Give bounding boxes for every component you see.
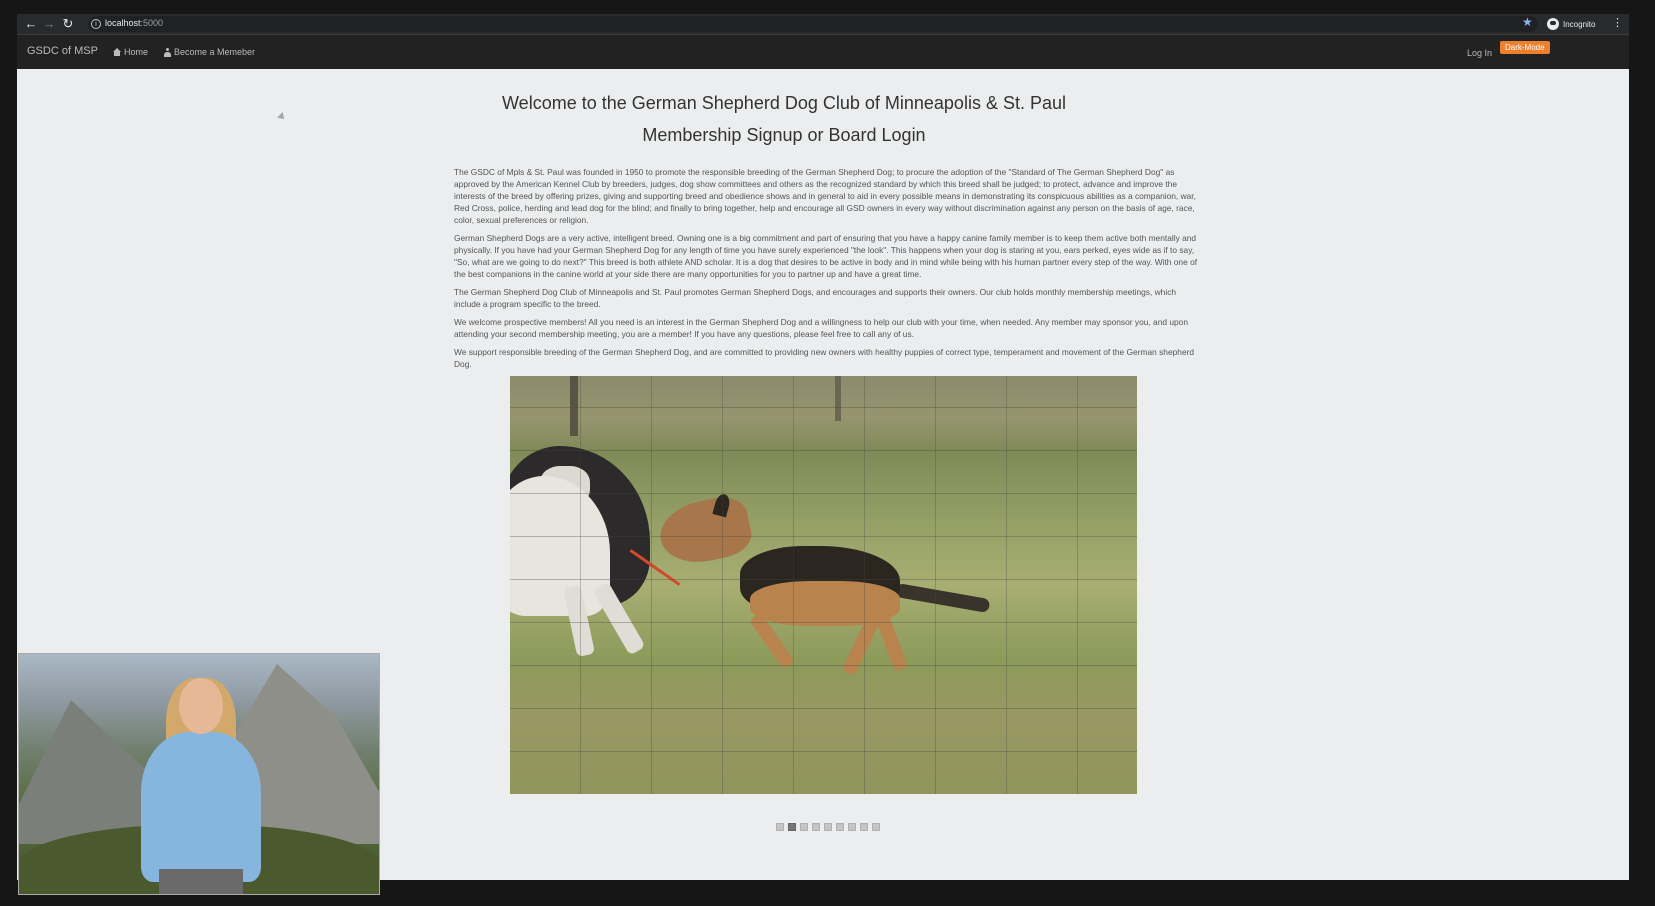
carousel-dot[interactable] [824,823,832,831]
intro-paragraph: We welcome prospective members! All you … [454,317,1188,339]
carousel-dot[interactable] [872,823,880,831]
carousel-dot[interactable] [860,823,868,831]
intro-paragraph: The German Shepherd Dog Club of Minneapo… [454,287,1177,309]
nav-home-link[interactable]: Home [113,47,148,57]
browser-window: ← → ↻ i localhost:5000 ★ Incognito ⋮ GSD… [17,14,1629,895]
bookmark-star-icon[interactable]: ★ [1522,15,1533,29]
nav-become-member-label: Become a Memeber [174,47,256,57]
webcam-overlay [18,653,380,895]
url-text: localhost:5000 [105,18,163,28]
kebab-menu-icon[interactable]: ⋮ [1612,16,1623,29]
incognito-label: Incognito [1563,19,1596,29]
incognito-indicator[interactable]: Incognito [1547,17,1595,31]
back-arrow-icon[interactable]: ← [23,16,39,32]
url-port: :5000 [140,18,164,28]
page-subtitle: Membership Signup or Board Login [642,125,926,145]
carousel-dot[interactable] [776,823,784,831]
incognito-icon [1547,18,1559,30]
page-content: Welcome to the German Shepherd Dog Club … [17,69,1629,895]
carousel-dot[interactable] [848,823,856,831]
login-link[interactable]: Log In [1467,48,1492,58]
dark-mode-button[interactable]: Dark-Mode [1500,41,1550,54]
carousel-dot[interactable] [788,823,796,831]
url-host: localhost [105,18,141,28]
carousel-dot[interactable] [836,823,844,831]
browser-toolbar: ← → ↻ i localhost:5000 ★ Incognito ⋮ [17,14,1629,35]
carousel-indicators [776,823,880,831]
nav-become-member-link[interactable]: Become a Memeber [164,47,255,57]
carousel-dot[interactable] [800,823,808,831]
home-icon [113,48,121,56]
site-brand[interactable]: GSDC of MSP [27,45,98,57]
intro-paragraph: German Shepherd Dogs are a very active, … [454,233,1198,279]
intro-paragraph: The GSDC of Mpls & St. Paul was founded … [454,167,1196,225]
page-title: Welcome to the German Shepherd Dog Club … [502,93,1066,113]
forward-arrow-icon[interactable]: → [41,16,57,32]
intro-paragraph: We support responsible breeding of the G… [454,347,1195,369]
site-navbar: GSDC of MSP Home Become a Memeber Log In… [17,35,1629,69]
carousel-dot[interactable] [812,823,820,831]
address-bar[interactable]: i localhost:5000 [88,16,1538,32]
info-icon[interactable]: i [91,19,101,29]
user-icon [164,47,171,57]
nav-home-label: Home [124,47,149,57]
reload-icon[interactable]: ↻ [60,16,76,32]
carousel-image-dogs[interactable] [510,376,1137,794]
intro-text: The GSDC of Mpls & St. Paul was founded … [454,166,1198,376]
